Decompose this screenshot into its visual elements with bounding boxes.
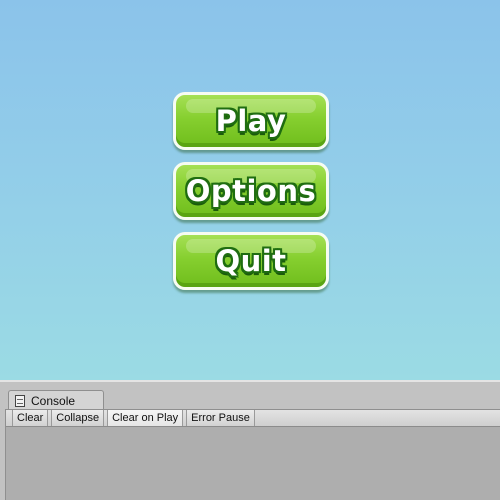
console-tab[interactable]: Console	[8, 390, 104, 410]
play-button[interactable]: Play	[173, 92, 329, 150]
play-button-label: Play	[215, 104, 287, 138]
console-tab-label: Console	[31, 393, 76, 408]
clear-on-play-toggle[interactable]: Clear on Play	[107, 410, 184, 426]
error-pause-toggle[interactable]: Error Pause	[186, 410, 255, 426]
options-button[interactable]: Options	[173, 162, 329, 220]
console-toolbar: Clear Collapse Clear on Play Error Pause	[6, 410, 500, 427]
game-view: Play Options Quit	[0, 0, 500, 380]
collapse-toggle[interactable]: Collapse	[51, 410, 105, 426]
quit-button[interactable]: Quit	[173, 232, 329, 290]
clear-button[interactable]: Clear	[12, 410, 49, 426]
console-icon	[15, 394, 25, 407]
console-log-area[interactable]	[6, 427, 500, 500]
console-panel: Console Clear Collapse Clear on Play Err…	[0, 380, 500, 500]
console-window: Clear Collapse Clear on Play Error Pause	[5, 409, 500, 500]
options-button-label: Options	[185, 174, 317, 208]
quit-button-label: Quit	[215, 244, 287, 278]
